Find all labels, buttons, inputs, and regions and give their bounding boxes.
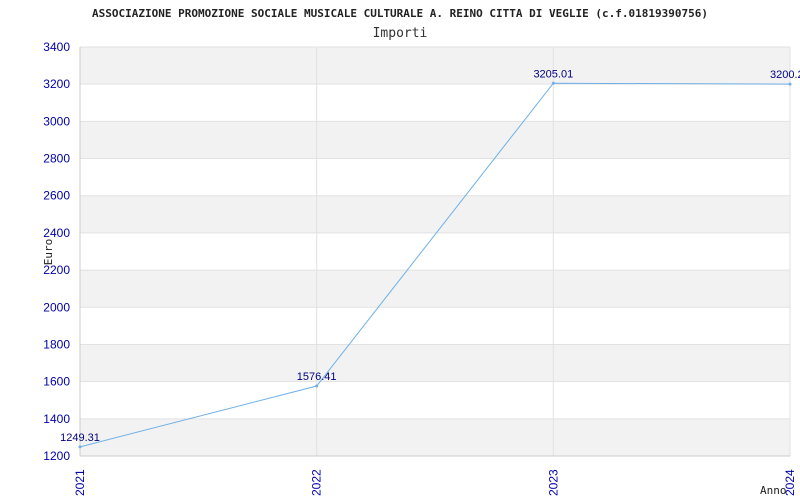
chart-subtitle: Importi <box>373 26 428 41</box>
data-label: 1249.31 <box>60 432 100 444</box>
grid-band <box>80 195 790 233</box>
y-tick-label: 3400 <box>43 40 70 54</box>
x-tick-label: 2021 <box>73 469 87 496</box>
y-tick-label: 2800 <box>43 152 70 166</box>
chart-title: ASSOCIAZIONE PROMOZIONE SOCIALE MUSICALE… <box>92 7 708 20</box>
y-tick-label: 3000 <box>43 114 70 128</box>
data-point <box>788 82 792 86</box>
data-label: 3200.2 <box>770 69 800 81</box>
x-tick-label: 2022 <box>310 469 324 496</box>
x-tick-labels: 2021 2022 2023 2024 <box>73 469 797 496</box>
grid-band <box>80 121 790 159</box>
x-tick-label: 2023 <box>546 469 560 496</box>
y-tick-label: 3200 <box>43 77 70 91</box>
x-axis-label: Anno <box>760 484 787 497</box>
grid-band <box>80 344 790 382</box>
y-axis-label: Euro <box>42 239 55 266</box>
grid-lines <box>79 46 791 457</box>
data-point <box>551 81 555 85</box>
data-point <box>78 445 82 449</box>
y-tick-label: 2600 <box>43 189 70 203</box>
grid-band <box>80 418 790 456</box>
y-tick-label: 1200 <box>43 449 70 463</box>
data-point <box>315 384 319 388</box>
line-chart: ASSOCIAZIONE PROMOZIONE SOCIALE MUSICALE… <box>42 7 800 497</box>
y-tick-label: 1600 <box>43 375 70 389</box>
y-tick-label: 1800 <box>43 337 70 351</box>
data-label: 3205.01 <box>533 68 573 80</box>
grid-bands <box>80 47 790 456</box>
y-tick-label: 1400 <box>43 412 70 426</box>
y-tick-label: 2000 <box>43 300 70 314</box>
data-label: 1576.41 <box>297 371 337 383</box>
grid-band <box>80 47 790 85</box>
grid-band <box>80 270 790 308</box>
y-tick-label: 2400 <box>43 226 70 240</box>
